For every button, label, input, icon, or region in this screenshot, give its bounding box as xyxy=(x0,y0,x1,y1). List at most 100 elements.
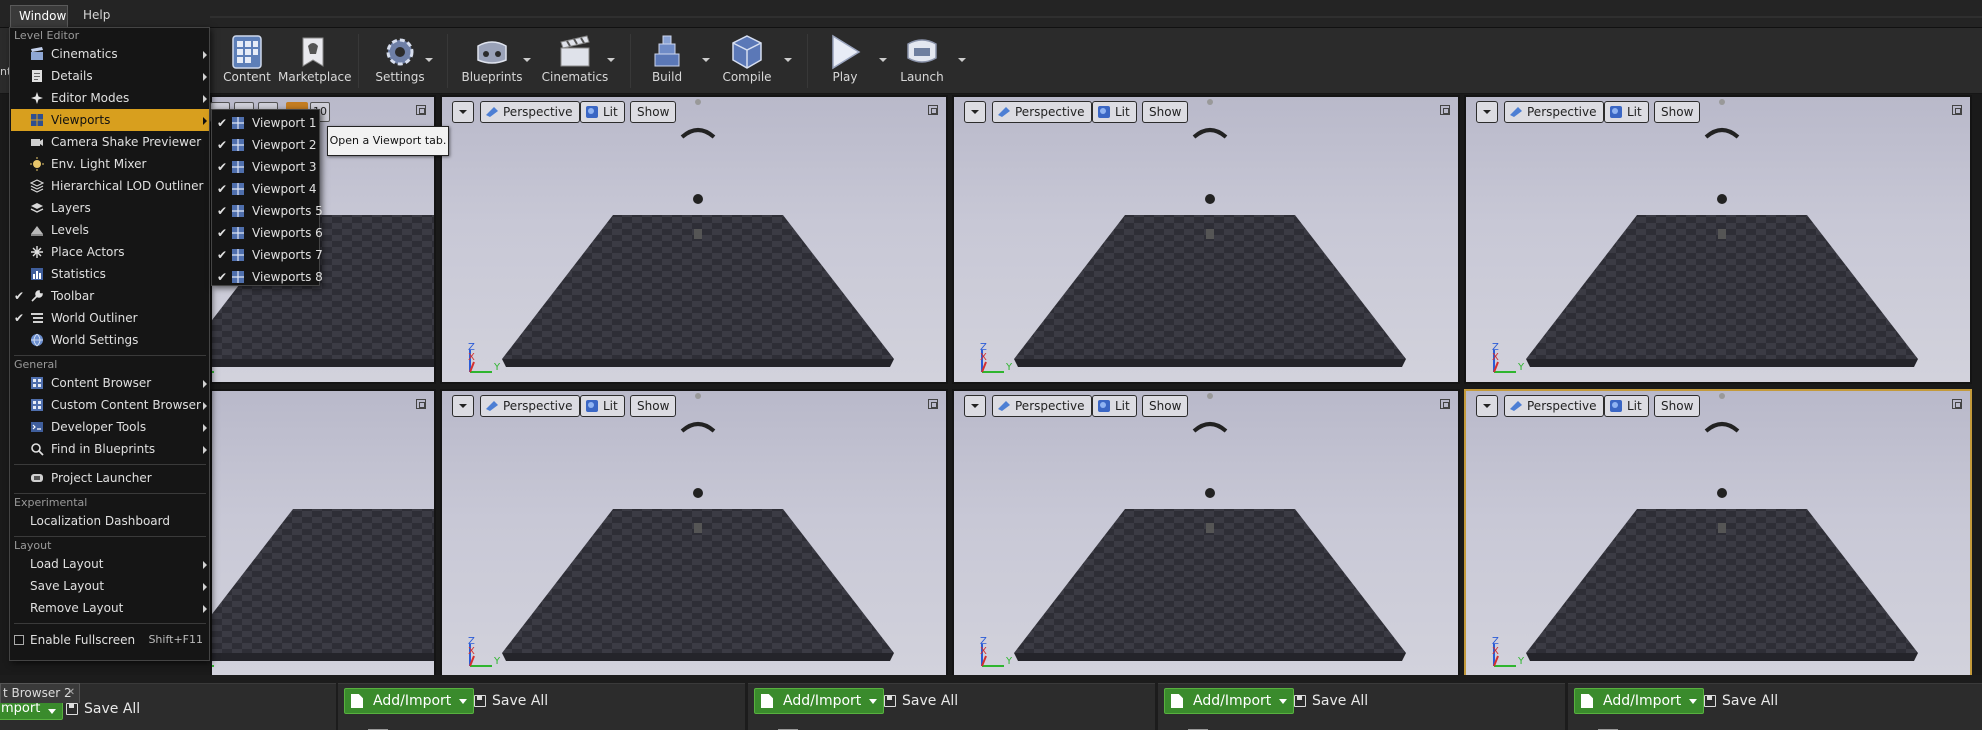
chevron-down-icon xyxy=(1279,699,1288,704)
perspective-button[interactable]: Perspective xyxy=(480,101,580,123)
menu-item-camera-shake-previewer[interactable]: Camera Shake Previewer xyxy=(11,131,209,153)
menu-item-project-launcher[interactable]: Project Launcher xyxy=(11,467,209,489)
level-viewport[interactable]: Z X Y Perspective Lit Show xyxy=(952,389,1460,678)
menu-item-world-outliner[interactable]: ✔ World Outliner xyxy=(11,307,209,329)
menu-item-cinematics[interactable]: Cinematics xyxy=(11,43,209,65)
maximize-viewport-icon[interactable] xyxy=(1952,105,1962,115)
lit-button[interactable]: Lit xyxy=(1092,101,1137,123)
toolbar-play-button[interactable]: Play xyxy=(810,28,880,94)
level-viewport[interactable] xyxy=(210,389,436,678)
show-button[interactable]: Show xyxy=(630,395,677,417)
menu-item-enable-fullscreen[interactable]: Enable Fullscreen Shift+F11 xyxy=(11,629,209,651)
show-button[interactable]: Show xyxy=(630,101,677,123)
place-actors-icon xyxy=(31,246,43,258)
menu-item-place-actors[interactable]: Place Actors xyxy=(11,241,209,263)
submenu-item-viewport-5[interactable]: ✔ Viewports 5 xyxy=(213,200,323,222)
perspective-button[interactable]: Perspective xyxy=(1504,101,1604,123)
fullscreen-checkbox[interactable] xyxy=(14,635,24,645)
submenu-item-viewport-7[interactable]: ✔ Viewports 7 xyxy=(213,244,323,266)
viewport-options-button[interactable] xyxy=(1476,395,1498,417)
toolbar-content-button[interactable]: Content xyxy=(212,28,282,94)
menu-item-statistics[interactable]: Statistics xyxy=(11,263,209,285)
menu-item-toolbar[interactable]: ✔ Toolbar xyxy=(11,285,209,307)
perspective-button[interactable]: Perspective xyxy=(992,101,1092,123)
maximize-viewport-icon[interactable] xyxy=(1440,399,1450,409)
toolbar-build-button[interactable]: Build xyxy=(632,28,702,94)
blueprints-dropdown-icon[interactable] xyxy=(521,54,533,66)
compile-dropdown-icon[interactable] xyxy=(782,54,794,66)
cinematics-dropdown-icon[interactable] xyxy=(605,54,617,66)
lit-button[interactable]: Lit xyxy=(1604,101,1649,123)
submenu-item-viewport-2[interactable]: ✔ Viewport 2 xyxy=(213,134,318,156)
lit-button[interactable]: Lit xyxy=(580,101,625,123)
submenu-item-viewport-8[interactable]: ✔ Viewports 8 xyxy=(213,266,323,288)
submenu-item-viewport-1[interactable]: ✔ Viewport 1 xyxy=(213,112,318,134)
toolbar-launch-button[interactable]: Launch xyxy=(887,28,957,94)
menu-item-find-in-blueprints[interactable]: Find in Blueprints xyxy=(11,438,209,460)
lit-button[interactable]: Lit xyxy=(580,395,625,417)
toolbar-marketplace-button[interactable]: Marketplace xyxy=(278,28,352,94)
lit-button[interactable]: Lit xyxy=(1092,395,1137,417)
show-button[interactable]: Show xyxy=(1654,101,1701,123)
perspective-button[interactable]: Perspective xyxy=(992,395,1092,417)
menu-item-content-browser[interactable]: Content Browser xyxy=(11,372,209,394)
build-dropdown-icon[interactable] xyxy=(700,54,712,66)
menu-item-layers[interactable]: Layers xyxy=(11,197,209,219)
toolbar-cinematics-button[interactable]: Cinematics xyxy=(540,28,610,94)
menu-item-details[interactable]: Details xyxy=(11,65,209,87)
viewport-options-button[interactable] xyxy=(452,101,474,123)
save-all-button[interactable]: Save All xyxy=(1292,688,1368,714)
save-all-button[interactable]: Save All xyxy=(1702,688,1778,714)
add-import-button[interactable]: Add/Import xyxy=(344,688,475,714)
menu-item-levels[interactable]: Levels xyxy=(11,219,209,241)
add-import-button[interactable]: Add/Import xyxy=(1164,688,1295,714)
menu-item-localization-dashboard[interactable]: Localization Dashboard xyxy=(11,510,209,532)
maximize-viewport-icon[interactable] xyxy=(928,105,938,115)
level-viewport[interactable]: Z X Y Perspective Lit Show xyxy=(440,95,948,384)
save-all-button[interactable]: Save All xyxy=(472,688,548,714)
maximize-viewport-icon[interactable] xyxy=(1952,399,1962,409)
viewport-options-button[interactable] xyxy=(452,395,474,417)
menu-help[interactable]: Help xyxy=(75,5,118,27)
close-icon[interactable]: ✕ xyxy=(67,684,75,702)
maximize-viewport-icon[interactable] xyxy=(1440,105,1450,115)
menu-item-editor-modes[interactable]: Editor Modes xyxy=(11,87,209,109)
level-viewport[interactable]: Z X Y Perspective Lit Show xyxy=(1464,95,1972,384)
level-viewport[interactable]: Z X Y Perspective Lit Show xyxy=(1464,389,1972,678)
show-button[interactable]: Show xyxy=(1142,101,1189,123)
level-viewport[interactable]: Z X Y Perspective Lit Show xyxy=(952,95,1460,384)
submenu-item-viewport-4[interactable]: ✔ Viewport 4 xyxy=(213,178,318,200)
menu-item-save-layout[interactable]: Save Layout xyxy=(11,575,209,597)
launch-dropdown-icon[interactable] xyxy=(956,54,968,66)
submenu-item-viewport-6[interactable]: ✔ Viewports 6 xyxy=(213,222,323,244)
save-all-button[interactable]: Save All xyxy=(882,688,958,714)
menu-item-custom-content-browser[interactable]: Custom Content Browser xyxy=(11,394,209,416)
maximize-viewport-icon[interactable] xyxy=(416,399,426,409)
show-button[interactable]: Show xyxy=(1142,395,1189,417)
perspective-button[interactable]: Perspective xyxy=(480,395,580,417)
perspective-button[interactable]: Perspective xyxy=(1504,395,1604,417)
level-viewport[interactable]: Z X Y Perspective Lit Show xyxy=(440,389,948,678)
menu-item-world-settings[interactable]: World Settings xyxy=(11,329,209,351)
maximize-viewport-icon[interactable] xyxy=(928,399,938,409)
add-import-button[interactable]: Add/Import xyxy=(754,688,885,714)
menu-window[interactable]: Window xyxy=(10,5,68,27)
toolbar-blueprints-button[interactable]: Blueprints xyxy=(457,28,527,94)
maximize-viewport-icon[interactable] xyxy=(416,105,426,115)
toolbar-compile-button[interactable]: Compile xyxy=(712,28,782,94)
menu-item-developer-tools[interactable]: Developer Tools xyxy=(11,416,209,438)
menu-item-env-light-mixer[interactable]: Env. Light Mixer xyxy=(11,153,209,175)
menu-item-load-layout[interactable]: Load Layout xyxy=(11,553,209,575)
viewport-options-button[interactable] xyxy=(964,101,986,123)
show-button[interactable]: Show xyxy=(1654,395,1701,417)
menu-item-hierarchical-lod-outliner[interactable]: Hierarchical LOD Outliner xyxy=(11,175,209,197)
settings-dropdown-icon[interactable] xyxy=(423,54,435,66)
viewport-options-button[interactable] xyxy=(1476,101,1498,123)
tab-content-browser-2[interactable]: t Browser 2 ✕ xyxy=(0,683,80,703)
submenu-item-viewport-3[interactable]: ✔ Viewport 3 xyxy=(213,156,318,178)
viewport-options-button[interactable] xyxy=(964,395,986,417)
menu-item-viewports[interactable]: Viewports xyxy=(11,109,209,131)
add-import-button[interactable]: Add/Import xyxy=(1574,688,1705,714)
menu-item-remove-layout[interactable]: Remove Layout xyxy=(11,597,209,619)
lit-button[interactable]: Lit xyxy=(1604,395,1649,417)
